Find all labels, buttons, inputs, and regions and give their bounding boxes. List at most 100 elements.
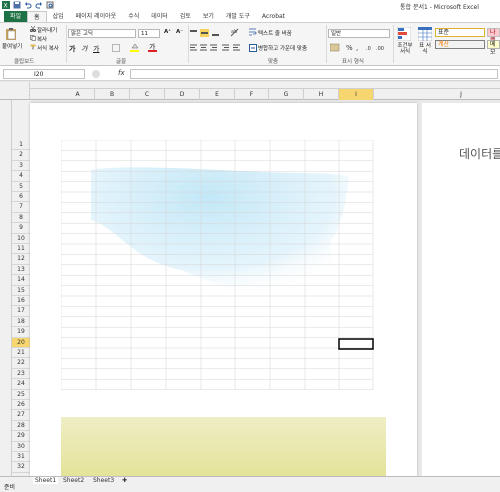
row-header[interactable]: 19 bbox=[12, 327, 30, 338]
conditional-format-icon bbox=[397, 27, 411, 41]
row-header[interactable]: 32 bbox=[12, 462, 30, 473]
format-table-button[interactable]: 표 서식 bbox=[417, 43, 433, 55]
column-header[interactable]: H bbox=[304, 89, 339, 100]
row-header[interactable]: 2 bbox=[12, 150, 30, 161]
bold-icon[interactable]: 가 bbox=[69, 44, 75, 54]
style-calculation[interactable]: 계산 bbox=[435, 40, 485, 49]
formula-bar: I20 fx bbox=[0, 67, 500, 81]
column-header[interactable]: A bbox=[61, 89, 95, 100]
tab-formulas[interactable]: 수식 bbox=[122, 11, 145, 22]
number-format-icons[interactable]: %, .0 .00 bbox=[330, 43, 388, 52]
column-header[interactable]: J bbox=[422, 89, 500, 100]
font-name-select[interactable]: 맑은 고딕 bbox=[68, 29, 136, 38]
conditional-format-button[interactable]: 조건부 서식 bbox=[396, 43, 414, 55]
alignment-group-label: 맞춤 bbox=[268, 59, 279, 65]
row-header[interactable]: 31 bbox=[12, 452, 30, 463]
row-header[interactable]: 25 bbox=[12, 389, 30, 400]
font-size-select[interactable]: 11 bbox=[138, 29, 160, 38]
row-header[interactable]: 3 bbox=[12, 160, 30, 172]
row-header-bar: 1 2 3 4 5 6 7 8 9 10 11 12 13 14 15 16 17 18 19 20 21 22 23 24 2… bbox=[12, 100, 30, 476]
name-box[interactable]: I20 bbox=[3, 69, 85, 79]
row-header[interactable]: 13 bbox=[12, 264, 30, 276]
tab-review[interactable]: 검토 bbox=[174, 11, 197, 22]
svg-text:ab: ab bbox=[231, 29, 237, 35]
page-placeholder-text: 데이터를 bbox=[459, 147, 500, 161]
style-normal[interactable]: 표준 bbox=[435, 28, 485, 37]
tab-view[interactable]: 보기 bbox=[197, 11, 220, 22]
print-preview-icon[interactable] bbox=[46, 1, 54, 9]
wrap-text-button[interactable]: 텍스트 줄 바꿈 bbox=[258, 29, 292, 37]
row-header[interactable]: 7 bbox=[12, 202, 30, 213]
status-bar: 준비 bbox=[0, 484, 500, 492]
row-header[interactable]: 9 bbox=[12, 223, 30, 234]
row-header[interactable]: 22 bbox=[12, 358, 30, 369]
row-header[interactable]: 17 bbox=[12, 306, 30, 317]
row-header[interactable]: 21 bbox=[12, 348, 30, 359]
row-header[interactable]: 14 bbox=[12, 275, 30, 286]
number-format-select[interactable]: 일반 bbox=[328, 29, 390, 38]
column-header[interactable]: F bbox=[235, 89, 269, 100]
style-bad[interactable]: 나쁨 bbox=[487, 28, 500, 44]
row-header[interactable]: 18 bbox=[12, 316, 30, 328]
column-header[interactable]: B bbox=[95, 89, 130, 100]
selected-cell-I20[interactable] bbox=[338, 338, 374, 350]
row-header[interactable]: 15 bbox=[12, 285, 30, 296]
tab-page-layout[interactable]: 페이지 레이아웃 bbox=[70, 11, 123, 22]
row-header[interactable]: 1 bbox=[12, 140, 30, 151]
column-header[interactable]: C bbox=[130, 89, 165, 100]
row-header[interactable]: 30 bbox=[12, 441, 30, 452]
row-header[interactable]: 12 bbox=[12, 254, 30, 265]
horizontal-ruler bbox=[30, 82, 500, 89]
horizontal-align-icons[interactable] bbox=[190, 44, 246, 52]
row-header[interactable]: 8 bbox=[12, 212, 30, 224]
tab-developer[interactable]: 개발 도구 bbox=[220, 11, 256, 22]
border-icon[interactable] bbox=[112, 44, 122, 52]
tab-insert[interactable]: 삽입 bbox=[47, 11, 70, 22]
fill-color-icon[interactable] bbox=[130, 43, 140, 52]
undo-icon[interactable] bbox=[24, 1, 32, 9]
vertical-align-icons[interactable] bbox=[190, 29, 228, 37]
row-header[interactable]: 11 bbox=[12, 244, 30, 255]
paste-button[interactable]: 붙여넣기 bbox=[2, 42, 22, 50]
row-header[interactable]: 10 bbox=[12, 233, 30, 244]
excel-logo-icon: X bbox=[2, 1, 10, 9]
formula-input[interactable] bbox=[130, 69, 498, 79]
underline-icon[interactable]: 가 bbox=[93, 44, 99, 54]
ribbon-separator bbox=[393, 25, 394, 63]
style-explanatory[interactable]: 메모 bbox=[487, 40, 500, 56]
tab-file[interactable]: 파일 bbox=[4, 11, 28, 22]
row-header[interactable]: 26 bbox=[12, 400, 30, 411]
tab-acrobat[interactable]: Acrobat bbox=[256, 11, 291, 22]
row-header[interactable]: 24 bbox=[12, 379, 30, 390]
column-header[interactable]: G bbox=[269, 89, 304, 100]
copy-button[interactable]: 복사 bbox=[37, 35, 47, 43]
grow-font-icon[interactable]: A⁺ bbox=[164, 29, 171, 35]
format-painter-button[interactable]: 서식 복사 bbox=[37, 44, 59, 52]
select-all-corner[interactable] bbox=[0, 82, 30, 100]
cell-grid[interactable] bbox=[61, 140, 386, 476]
row-header[interactable]: 5 bbox=[12, 181, 30, 192]
save-icon[interactable] bbox=[13, 1, 21, 9]
column-header[interactable]: D bbox=[165, 89, 200, 100]
row-header[interactable]: 27 bbox=[12, 410, 30, 421]
tab-home[interactable]: 홈 bbox=[27, 11, 47, 22]
orientation-icon[interactable]: ab bbox=[230, 28, 240, 37]
insert-function-icon[interactable]: fx bbox=[118, 69, 125, 77]
row-header[interactable]: 16 bbox=[12, 296, 30, 307]
row-header[interactable]: 4 bbox=[12, 171, 30, 182]
row-header[interactable]: 28 bbox=[12, 420, 30, 432]
font-color-icon[interactable]: 가 bbox=[148, 43, 158, 52]
cut-button[interactable]: 잘라내기 bbox=[37, 26, 57, 34]
tab-data[interactable]: 데이터 bbox=[145, 11, 174, 22]
row-header[interactable]: 20 bbox=[12, 337, 30, 348]
column-header-selected[interactable]: I bbox=[339, 89, 374, 100]
shrink-font-icon[interactable]: A⁻ bbox=[176, 29, 183, 35]
column-header[interactable]: E bbox=[200, 89, 235, 100]
italic-icon[interactable]: 가 bbox=[81, 44, 87, 54]
merge-center-button[interactable]: 병합하고 가운데 맞춤 bbox=[258, 44, 307, 52]
redo-icon[interactable] bbox=[35, 1, 43, 9]
row-header[interactable]: 29 bbox=[12, 431, 30, 442]
formula-cancel-icon[interactable] bbox=[92, 70, 100, 78]
row-header[interactable]: 6 bbox=[12, 192, 30, 203]
row-header[interactable]: 23 bbox=[12, 368, 30, 380]
